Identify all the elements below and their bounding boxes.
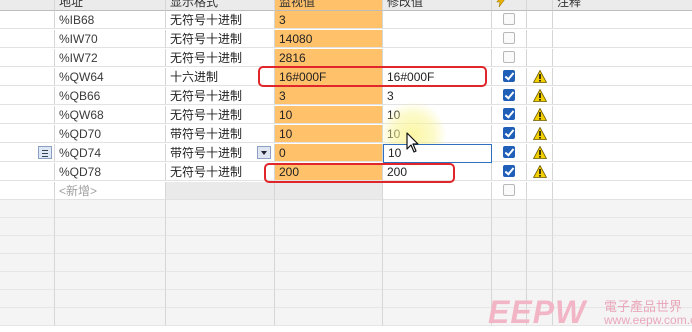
warning-icon: [532, 145, 548, 159]
modify-checkbox[interactable]: [503, 108, 515, 120]
modify-value-cell[interactable]: [383, 49, 492, 67]
modify-value-cell[interactable]: 3: [383, 87, 492, 105]
comment-cell[interactable]: [553, 68, 692, 86]
watermark-brand: EEPW: [488, 294, 587, 330]
monitor-value-cell: 3: [275, 87, 383, 105]
comment-cell[interactable]: [553, 106, 692, 124]
table-row[interactable]: %QD74带符号十进制010: [0, 144, 692, 162]
empty-row: [0, 200, 692, 218]
table-row[interactable]: %QD70带符号十进制1010: [0, 125, 692, 143]
empty-row: [0, 272, 692, 290]
monitor-value-cell: 10: [275, 125, 383, 143]
highlight-box-qd78: [264, 163, 455, 183]
table-row[interactable]: %IB68 无符号十进制 3: [0, 11, 692, 29]
lightning-icon: [496, 0, 505, 7]
monitor-value-cell: 0: [275, 144, 383, 162]
modify-checkbox[interactable]: [503, 127, 515, 139]
modify-value-cell[interactable]: [383, 11, 492, 29]
format-cell[interactable]: 无符号十进制: [166, 11, 275, 29]
table-row[interactable]: %IW70 无符号十进制 14080: [0, 30, 692, 48]
modify-checkbox[interactable]: [503, 13, 515, 25]
warning-icon: [532, 126, 548, 140]
warning-icon: [532, 107, 548, 121]
modify-checkbox[interactable]: [503, 89, 515, 101]
warning-icon: [532, 88, 548, 102]
table-header: 地址 显示格式 监视值 修改值 注释: [0, 0, 692, 11]
modify-value-cell[interactable]: [383, 30, 492, 48]
new-row-checkbox[interactable]: [503, 184, 515, 196]
address-cell[interactable]: %IW70: [55, 30, 166, 48]
address-cell[interactable]: %QB66: [55, 87, 166, 105]
format-cell[interactable]: 带符号十进制: [166, 144, 275, 162]
format-cell[interactable]: 无符号十进制: [166, 87, 275, 105]
address-cell[interactable]: %QW64: [55, 68, 166, 86]
watermark-url: www.eepw.com.cn: [604, 313, 692, 327]
table-row[interactable]: %IW72 无符号十进制 2816: [0, 49, 692, 67]
mouse-pointer-icon: [406, 132, 419, 153]
new-row-label[interactable]: <新增>: [55, 182, 166, 200]
modify-checkbox[interactable]: [503, 165, 515, 177]
monitor-value-cell: 10: [275, 106, 383, 124]
format-cell[interactable]: 无符号十进制: [166, 30, 275, 48]
col-modify-value-header[interactable]: 修改值: [383, 0, 492, 11]
address-cell[interactable]: %QD78: [55, 163, 166, 181]
comment-cell[interactable]: [553, 49, 692, 67]
modify-checkbox[interactable]: [503, 51, 515, 63]
modify-checkbox[interactable]: [503, 70, 515, 82]
empty-row: [0, 254, 692, 272]
monitor-value-cell: 2816: [275, 49, 383, 67]
comment-cell[interactable]: [553, 11, 692, 29]
col-address-header[interactable]: 地址: [55, 0, 166, 11]
col-modify-flag-header[interactable]: [492, 0, 527, 11]
col-comment-header[interactable]: 注释: [553, 0, 692, 11]
address-cell[interactable]: %QD70: [55, 125, 166, 143]
eepw-watermark-logo: EEPW 電子產品世界 www.eepw.com.cn: [488, 294, 692, 330]
comment-cell[interactable]: [553, 125, 692, 143]
comment-cell[interactable]: [553, 87, 692, 105]
modify-checkbox[interactable]: [503, 32, 515, 44]
format-cell[interactable]: 无符号十进制: [166, 49, 275, 67]
empty-row: [0, 236, 692, 254]
monitor-value-cell: 3: [275, 11, 383, 29]
format-dropdown-button[interactable]: [257, 146, 271, 159]
address-cell[interactable]: %QD74: [55, 144, 166, 162]
modify-value-editor[interactable]: 10: [383, 144, 492, 163]
col-display-format-header[interactable]: 显示格式: [166, 0, 275, 11]
highlight-box-qw64: [258, 66, 487, 87]
address-cell[interactable]: %IB68: [55, 11, 166, 29]
empty-row: [0, 218, 692, 236]
format-cell[interactable]: 带符号十进制: [166, 125, 275, 143]
format-cell[interactable]: 无符号十进制: [166, 106, 275, 124]
comment-cell[interactable]: [553, 144, 692, 162]
warning-icon: [532, 164, 548, 178]
warning-icon: [532, 69, 548, 83]
address-cell[interactable]: %QW68: [55, 106, 166, 124]
table-row[interactable]: %QW68无符号十进制1010: [0, 106, 692, 124]
new-row[interactable]: <新增>: [0, 182, 692, 200]
comment-cell[interactable]: [553, 30, 692, 48]
modify-checkbox[interactable]: [503, 146, 515, 158]
table-row[interactable]: %QB66 无符号十进制 3 3: [0, 87, 692, 105]
format-cell[interactable]: 无符号十进制: [166, 163, 275, 181]
col-monitor-value-header[interactable]: 监视值: [275, 0, 383, 11]
row-properties-icon[interactable]: [38, 146, 52, 159]
address-cell[interactable]: %IW72: [55, 49, 166, 67]
monitor-value-cell: 14080: [275, 30, 383, 48]
comment-cell[interactable]: [553, 163, 692, 181]
